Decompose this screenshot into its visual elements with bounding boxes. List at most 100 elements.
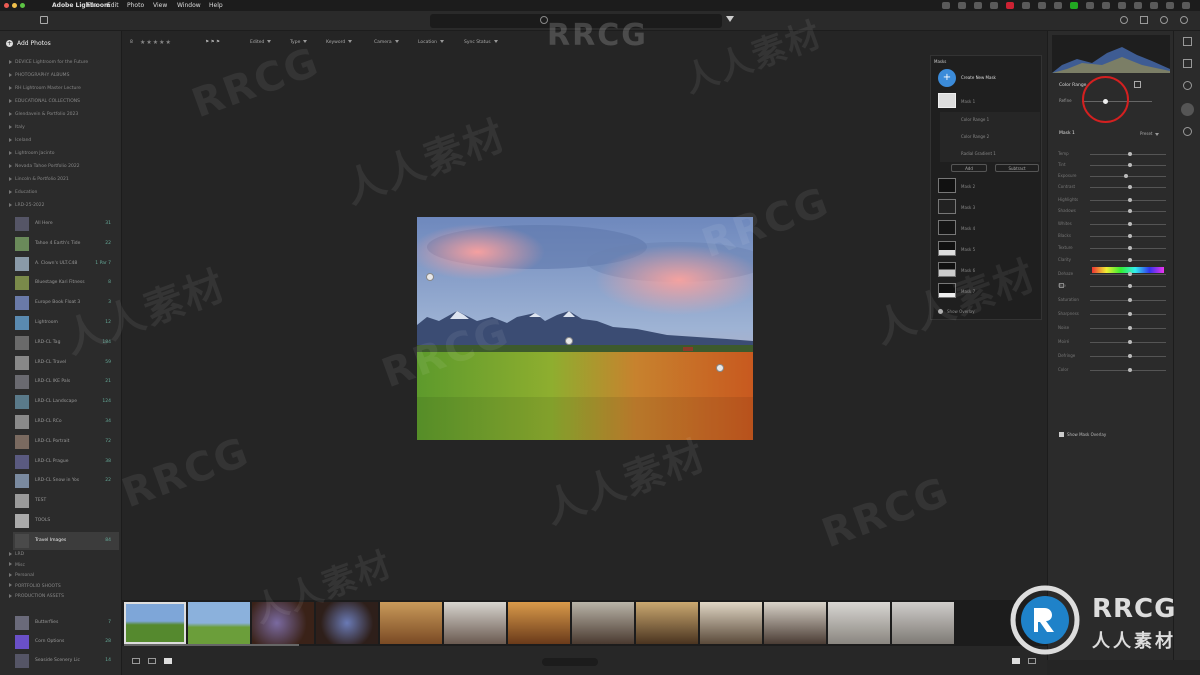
sidebar-group[interactable]: Glendavein & Portfolio 2023 [9,111,78,119]
album-item[interactable]: Seaside Scenery Lic 14 [13,652,119,670]
tray-icon[interactable] [1070,2,1078,9]
tray-icon[interactable] [990,2,998,9]
sidebar-group[interactable]: PHOTOGRAPHY ALBUMS [9,72,69,80]
mask-pin[interactable] [716,364,724,372]
mask-thumbnail[interactable] [938,199,956,214]
sidebar-group[interactable]: DEVICE Lightroom for the Future [9,59,88,67]
edit-icon[interactable] [1183,37,1192,46]
slider-knob[interactable] [1128,312,1132,316]
filter-location[interactable]: Location [418,31,445,55]
adjustment-slider[interactable]: Noise [1056,324,1174,332]
adjustment-slider[interactable]: Dehaze [1056,270,1174,278]
tray-icon[interactable] [1086,2,1094,9]
mask-pin[interactable] [565,337,573,345]
help-icon[interactable] [1160,16,1168,24]
mask-thumbnail[interactable] [938,178,956,193]
menu-file[interactable]: File [87,0,97,11]
panel-toggle-icon[interactable] [40,16,48,24]
search-icon[interactable] [1134,2,1142,9]
filter-keyword[interactable]: Keyword [326,31,353,55]
menu-window[interactable]: Window [177,0,201,11]
adjustment-slider[interactable]: Contrast [1056,183,1174,191]
album-item[interactable]: LRD-CL Portrait 72 [13,433,119,451]
tray-icon[interactable] [1038,2,1046,9]
preset-dropdown[interactable]: Preset [1140,131,1160,136]
album-item[interactable]: LRD-CL Prague 38 [13,453,119,471]
sidebar-group[interactable]: Lincoln & Portfolio 2021 [9,176,69,184]
slider-track[interactable] [1090,176,1166,177]
sidebar-group[interactable]: Personal [9,572,34,580]
mask-thumbnail[interactable] [938,241,956,256]
sidebar-group[interactable]: LRD [9,551,24,559]
tray-icon[interactable] [974,2,982,9]
filmstrip-thumbnail[interactable] [444,602,506,644]
slider-knob[interactable] [1128,258,1132,262]
adjustment-slider[interactable]: Exposure [1056,172,1174,180]
album-item[interactable]: LRD-CL RCo 34 [13,413,119,431]
slider-knob[interactable] [1128,234,1132,238]
album-item[interactable]: Travel Images 84 [13,531,119,550]
filter-icon[interactable] [726,16,734,22]
album-item[interactable]: Butterflies 7 [13,614,119,632]
account-icon[interactable] [1180,16,1188,24]
slider-knob[interactable] [1128,340,1132,344]
sidebar-group[interactable]: Iceland [9,137,31,145]
slider-knob[interactable] [1128,272,1132,276]
album-item[interactable]: Corn Options 28 [13,633,119,651]
square-grid-icon[interactable] [148,658,156,664]
crop-icon[interactable] [1183,59,1192,68]
menu-photo[interactable]: Photo [127,0,144,11]
rating-filter[interactable]: ★★★★★ [140,31,172,55]
slider-knob[interactable] [1128,354,1132,358]
slider-knob[interactable] [1124,174,1129,178]
minimize-window-icon[interactable] [12,3,17,8]
adjustment-slider[interactable]: Blacks [1056,232,1174,240]
adjustment-slider[interactable]: Clarity [1056,256,1174,264]
slider-knob[interactable] [1128,222,1132,226]
album-item[interactable]: TEST [13,492,119,510]
album-item[interactable]: Bluestage Kari Fitness 8 [13,274,119,292]
album-item[interactable]: LRD-CL IKE Pals 21 [13,373,119,391]
mask-pin[interactable] [426,273,434,281]
adjustment-slider[interactable]: Sharpness [1056,310,1174,318]
sidebar-group[interactable]: Education [9,189,37,197]
filter-camera[interactable]: Camera [374,31,399,55]
tray-icon[interactable] [1006,2,1014,9]
slider-knob[interactable] [1128,368,1132,372]
notification-icon[interactable] [1182,2,1190,9]
tray-icon[interactable] [942,2,950,9]
rating-bar[interactable] [542,658,598,666]
slider-knob[interactable] [1128,298,1132,302]
filter-sync-status[interactable]: Sync Status [464,31,498,55]
adjustment-slider[interactable]: Whites [1056,220,1174,228]
create-mask-button[interactable]: + [938,69,956,87]
sidebar-group[interactable]: LRD-25-2022 [9,202,45,210]
menu-view[interactable]: View [153,0,167,11]
filmstrip-thumbnail[interactable] [636,602,698,644]
checkbox[interactable] [1059,432,1064,437]
adjustment-slider[interactable]: Saturation [1056,296,1174,304]
filmstrip-thumbnail[interactable] [380,602,442,644]
filmstrip-thumbnail[interactable] [700,602,762,644]
slider-knob[interactable] [1128,185,1132,189]
album-item[interactable]: LRD-CL Landscape 124 [13,393,119,411]
component-label[interactable]: Radial Gradient 1 [961,151,996,156]
red-eye-icon[interactable] [1183,127,1192,136]
filter-edited[interactable]: Edited [250,31,272,55]
close-window-icon[interactable] [4,3,9,8]
panel-icon[interactable] [1028,658,1036,664]
control-center-icon[interactable] [1150,2,1158,9]
filmstrip-thumbnail[interactable] [892,602,954,644]
album-item[interactable]: LRD-CL Snow in Yos 22 [13,472,119,490]
filmstrip-thumbnail[interactable] [124,602,186,644]
sidebar-group[interactable]: Misc [9,562,25,570]
add-photos-button[interactable]: + Add Photos [6,39,51,49]
slider-knob[interactable] [1128,246,1132,250]
battery-icon[interactable] [1118,2,1126,9]
sidebar-group[interactable]: EDUCATIONAL COLLECTIONS [9,98,80,106]
detail-view-icon[interactable] [164,658,172,664]
component-label[interactable]: Color Range 1 [961,117,989,122]
adjustment-slider[interactable]: Defringe [1056,352,1174,360]
show-mask-overlay-label[interactable]: Show Mask Overlay [1067,432,1106,437]
adjustment-slider[interactable]: Tint [1056,161,1174,169]
